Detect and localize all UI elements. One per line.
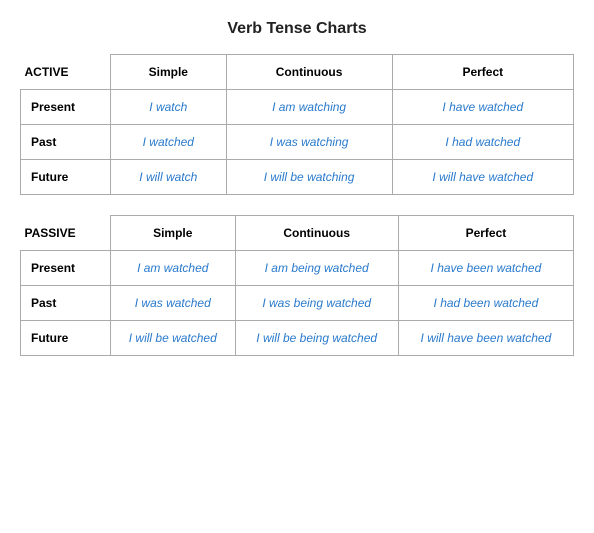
active-present-label: Present	[21, 90, 111, 125]
passive-past-label: Past	[21, 286, 111, 321]
passive-future-perfect: I will have been watched	[398, 321, 573, 356]
active-past-label: Past	[21, 125, 111, 160]
active-future-label: Future	[21, 160, 111, 195]
passive-present-continuous: I am being watched	[235, 251, 398, 286]
passive-header-continuous: Continuous	[235, 216, 398, 251]
passive-present-label: Present	[21, 251, 111, 286]
active-section: ACTIVE Simple Continuous Perfect Present…	[20, 54, 574, 195]
active-section-label: ACTIVE	[21, 55, 111, 90]
passive-section-label: PASSIVE	[21, 216, 111, 251]
active-past-continuous: I was watching	[226, 125, 392, 160]
passive-past-row: Past I was watched I was being watched I…	[21, 286, 574, 321]
active-header-perfect: Perfect	[392, 55, 573, 90]
active-future-row: Future I will watch I will be watching I…	[21, 160, 574, 195]
passive-past-simple: I was watched	[111, 286, 236, 321]
active-future-perfect: I will have watched	[392, 160, 573, 195]
active-header-continuous: Continuous	[226, 55, 392, 90]
passive-future-simple: I will be watched	[111, 321, 236, 356]
passive-future-label: Future	[21, 321, 111, 356]
active-header-simple: Simple	[111, 55, 227, 90]
active-present-row: Present I watch I am watching I have wat…	[21, 90, 574, 125]
passive-future-row: Future I will be watched I will be being…	[21, 321, 574, 356]
active-present-simple: I watch	[111, 90, 227, 125]
passive-header-perfect: Perfect	[398, 216, 573, 251]
active-future-simple: I will watch	[111, 160, 227, 195]
passive-table: PASSIVE Simple Continuous Perfect Presen…	[20, 215, 574, 356]
active-past-simple: I watched	[111, 125, 227, 160]
active-table: ACTIVE Simple Continuous Perfect Present…	[20, 54, 574, 195]
page-title: Verb Tense Charts	[20, 20, 574, 38]
passive-present-simple: I am watched	[111, 251, 236, 286]
active-present-perfect: I have watched	[392, 90, 573, 125]
active-past-perfect: I had watched	[392, 125, 573, 160]
active-future-continuous: I will be watching	[226, 160, 392, 195]
passive-future-continuous: I will be being watched	[235, 321, 398, 356]
passive-present-perfect: I have been watched	[398, 251, 573, 286]
passive-past-continuous: I was being watched	[235, 286, 398, 321]
passive-present-row: Present I am watched I am being watched …	[21, 251, 574, 286]
active-present-continuous: I am watching	[226, 90, 392, 125]
passive-header-simple: Simple	[111, 216, 236, 251]
active-past-row: Past I watched I was watching I had watc…	[21, 125, 574, 160]
passive-past-perfect: I had been watched	[398, 286, 573, 321]
passive-section: PASSIVE Simple Continuous Perfect Presen…	[20, 215, 574, 356]
